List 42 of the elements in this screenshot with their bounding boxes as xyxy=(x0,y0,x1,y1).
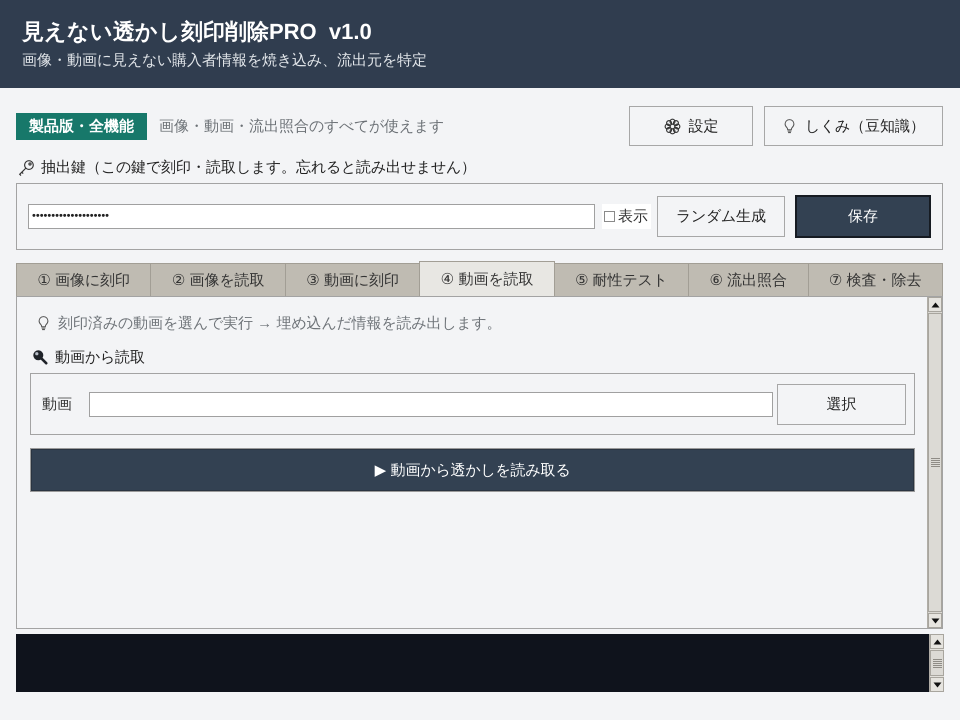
scroll-down-button[interactable] xyxy=(930,677,944,692)
tab[interactable]: ① 画像に刻印 xyxy=(16,263,152,296)
scrollbar[interactable] xyxy=(927,297,942,628)
up-triangle-icon xyxy=(930,300,940,308)
key-icon xyxy=(18,158,35,176)
tab[interactable]: ② 画像を読取 xyxy=(150,263,286,296)
down-triangle-icon xyxy=(930,616,940,624)
tab[interactable]: ③ 動画に刻印 xyxy=(284,263,420,296)
scrollbar-thumb[interactable] xyxy=(928,313,942,612)
key-field[interactable]: •••••••••••••••••••• xyxy=(28,204,595,229)
gear-icon xyxy=(664,118,680,134)
magnifier-icon xyxy=(32,349,48,365)
tab[interactable]: ④ 動画を読取 xyxy=(419,261,555,296)
scroll-down-button[interactable] xyxy=(928,613,942,628)
scroll-up-button[interactable] xyxy=(930,634,944,649)
checkbox[interactable] xyxy=(604,211,615,222)
video-label: 動画 xyxy=(42,394,72,414)
down-triangle-icon xyxy=(932,680,942,688)
tab[interactable]: ⑥ 流出照合 xyxy=(688,263,809,296)
up-triangle-icon xyxy=(932,638,942,646)
scrollbar[interactable] xyxy=(929,634,944,692)
license-note: 画像・動画・流出照合のすべてが使えます xyxy=(159,116,444,136)
scroll-up-button[interactable] xyxy=(928,297,942,312)
random-generate-button[interactable]: ランダム生成 xyxy=(657,196,785,237)
scrollbar-thumb[interactable] xyxy=(930,650,944,676)
save-button[interactable]: 保存 xyxy=(795,195,931,238)
license-badge: 製品版・全機能 xyxy=(16,112,147,140)
lightbulb-icon xyxy=(36,315,51,331)
tab[interactable]: ⑤ 耐性テスト xyxy=(554,263,690,296)
tips-button[interactable]: しくみ（豆知識） xyxy=(764,106,943,146)
app-subtitle: 画像・動画に見えない購入者情報を焼き込み、流出元を特定 xyxy=(22,51,427,71)
section-title: 動画から読取 xyxy=(55,348,145,366)
show-toggle[interactable]: 表示 xyxy=(602,204,651,229)
hint-text: 刻印済みの動画を選んで実行 → 埋め込んだ情報を読み出します。 xyxy=(58,314,502,332)
read-watermark-button[interactable]: ▶ 動画から透かしを読み取る xyxy=(30,448,915,492)
select-button[interactable]: 選択 xyxy=(777,384,906,424)
tab[interactable]: ⑦ 検査・除去 xyxy=(808,263,943,296)
app-title: 見えない透かし刻印削除PRO v1.0 xyxy=(22,18,372,46)
settings-button[interactable]: 設定 xyxy=(629,106,753,146)
key-label: 抽出鍵（この鍵で刻印・読取します。忘れると読み出せません） xyxy=(41,158,476,176)
video-path-field[interactable] xyxy=(89,392,773,416)
lightbulb-icon xyxy=(782,118,797,134)
